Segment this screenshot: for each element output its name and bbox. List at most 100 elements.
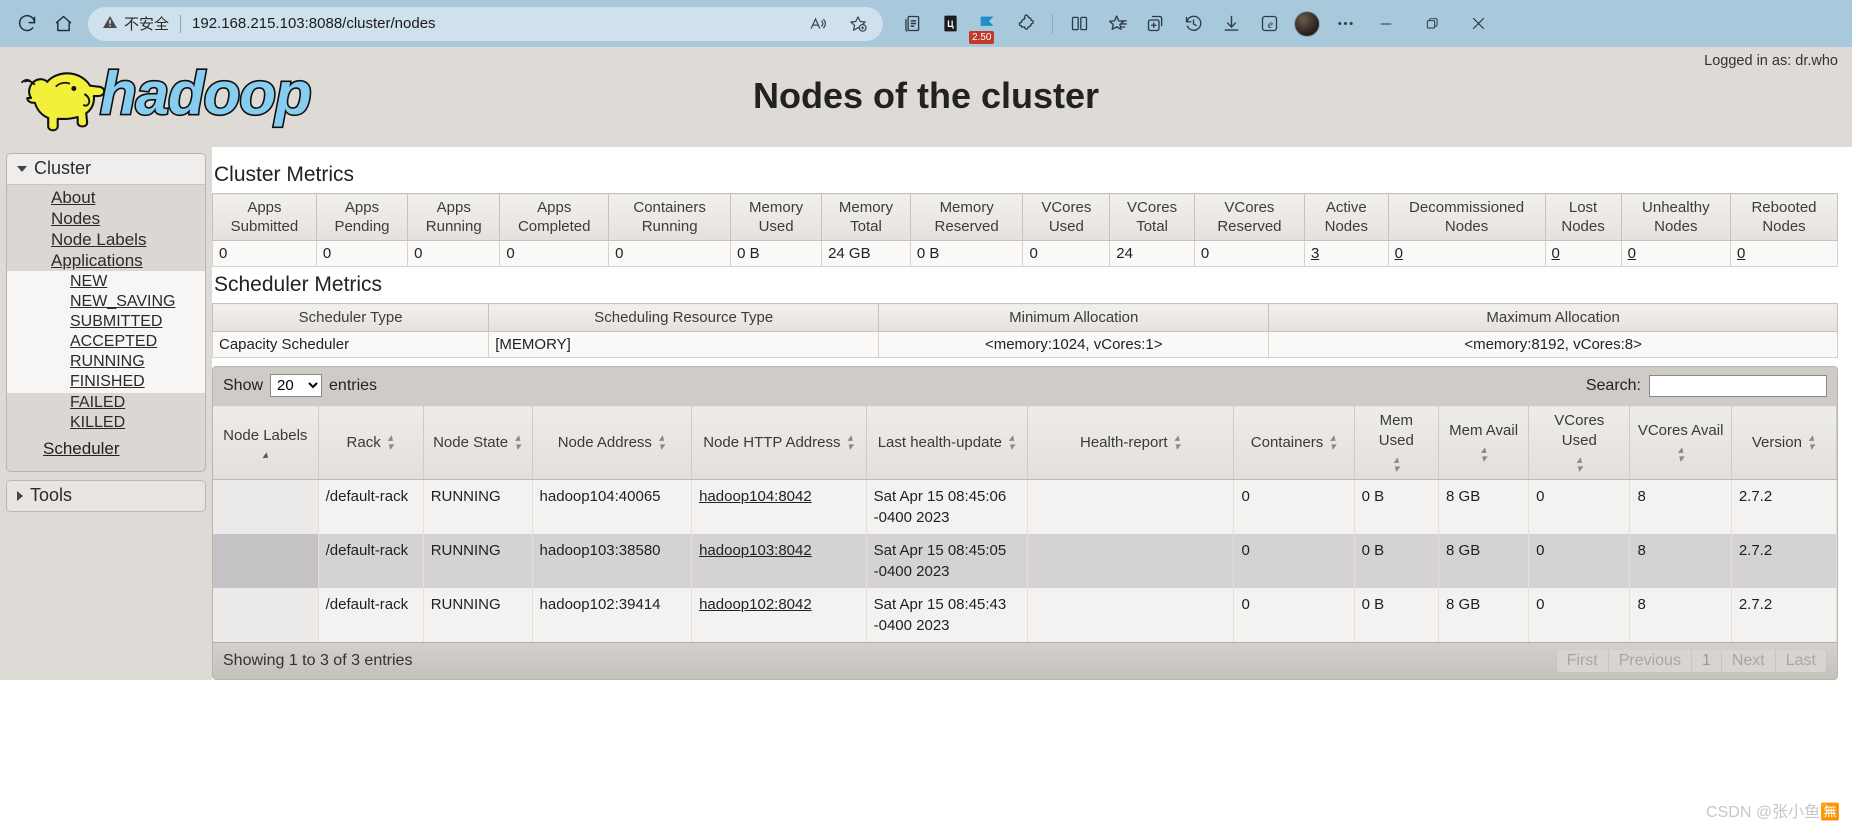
nodes-th-mem-avail[interactable]: Mem Avail	[1438, 405, 1530, 480]
sidebar-item-accepted-link[interactable]: ACCEPTED	[70, 333, 157, 350]
collections-extension-icon[interactable]	[895, 7, 929, 41]
sidebar-item-killed-link[interactable]: KILLED	[70, 414, 125, 431]
nodes-th-node-address[interactable]: Node Address	[532, 405, 693, 480]
search-input[interactable]	[1649, 374, 1827, 397]
nodes-th-version[interactable]: Version	[1731, 405, 1837, 480]
sidebar-item-accepted[interactable]: ACCEPTED	[7, 332, 205, 352]
sidebar-item-new[interactable]: NEW	[7, 272, 205, 292]
sidebar-item-new-saving[interactable]: NEW_SAVING	[7, 292, 205, 312]
security-status[interactable]: 不安全	[102, 13, 169, 34]
sidebar-item-submitted[interactable]: SUBMITTED	[7, 312, 205, 332]
sidebar-item-node-labels[interactable]: Node Labels	[7, 229, 205, 250]
node-http-address-link[interactable]: hadoop103:8042	[699, 542, 812, 559]
cluster-metrics-td-0: 0	[212, 240, 317, 267]
history-icon[interactable]	[1176, 7, 1210, 41]
nodes-th-node-state-label: Node State	[433, 433, 509, 451]
li-extension-icon[interactable]: Ц	[933, 7, 967, 41]
add-favorite-icon[interactable]	[841, 7, 875, 41]
node-http-address-link[interactable]: hadoop104:8042	[699, 488, 812, 505]
nodes-th-node-state[interactable]: Node State	[423, 405, 533, 480]
cluster-metrics-td-13[interactable]: 0	[1544, 240, 1622, 267]
cell-node-http-address[interactable]: hadoop103:8042	[691, 534, 867, 588]
nodes-th-rack[interactable]: Rack	[318, 405, 424, 480]
cell-containers: 0	[1233, 588, 1355, 642]
scheduler-metrics-th-0: Scheduler Type	[211, 303, 490, 332]
sidebar-item-new-link[interactable]: NEW	[70, 273, 107, 290]
sidebar-item-about[interactable]: About	[7, 187, 205, 208]
sidebar-item-killed[interactable]: KILLED	[7, 413, 205, 433]
node-http-address-link[interactable]: hadoop102:8042	[699, 596, 812, 613]
nodes-th-last-health-update[interactable]: Last health-update	[866, 405, 1029, 480]
more-options-icon[interactable]	[1328, 7, 1362, 41]
cluster-metrics-td-15[interactable]: 0	[1730, 240, 1838, 267]
sidebar-section-tools[interactable]: Tools	[7, 481, 205, 511]
nodes-th-containers[interactable]: Containers	[1233, 405, 1355, 480]
cluster-metrics-td-14[interactable]: 0	[1620, 240, 1732, 267]
sidebar-item-applications[interactable]: Applications	[7, 250, 205, 271]
cluster-metrics-td-10: 0	[1193, 240, 1305, 267]
sidebar-item-nodes-link[interactable]: Nodes	[51, 209, 100, 228]
sidebar-item-failed-link[interactable]: FAILED	[70, 394, 125, 411]
lost-nodes-link[interactable]: 0	[1552, 245, 1560, 262]
sidebar-item-running[interactable]: RUNNING	[7, 352, 205, 372]
sidebar-item-applications-link[interactable]: Applications	[51, 251, 143, 270]
active-nodes-link[interactable]: 3	[1311, 245, 1319, 262]
pagination-previous[interactable]: Previous	[1608, 650, 1692, 672]
sidebar-item-running-link[interactable]: RUNNING	[70, 353, 145, 370]
nodes-th-node-http-address[interactable]: Node HTTP Address	[691, 405, 867, 480]
sidebar-item-submitted-link[interactable]: SUBMITTED	[70, 313, 162, 330]
sidebar-item-scheduler[interactable]: Scheduler	[7, 433, 205, 467]
maximum-allocation-value: <memory:8192, vCores:8>	[1268, 331, 1838, 358]
nodes-table: Node Labels Rack Node State Node Address	[213, 405, 1837, 642]
extensions-puzzle-icon[interactable]	[1009, 7, 1043, 41]
page-length-select[interactable]: 20 40 60 80 100	[270, 374, 323, 397]
url-text[interactable]: 192.168.215.103:8088/cluster/nodes	[192, 15, 801, 32]
cell-mem-used: 0 B	[1354, 588, 1440, 642]
table-row[interactable]: /default-rack RUNNING hadoop104:40065 ha…	[213, 479, 1837, 534]
sidebar-item-nodes[interactable]: Nodes	[7, 208, 205, 229]
refresh-icon[interactable]	[10, 7, 44, 41]
downloads-icon[interactable]	[1214, 7, 1248, 41]
table-row[interactable]: /default-rack RUNNING hadoop103:38580 ha…	[213, 534, 1837, 588]
pagination-first[interactable]: First	[1555, 650, 1609, 672]
split-screen-icon[interactable]	[1062, 7, 1096, 41]
nodes-th-vcores-used[interactable]: VCores Used	[1528, 405, 1631, 480]
sidebar-item-finished[interactable]: FINISHED	[7, 372, 205, 392]
cell-node-http-address[interactable]: hadoop102:8042	[691, 588, 867, 642]
sidebar-item-about-link[interactable]: About	[51, 188, 95, 207]
minimize-icon[interactable]	[1364, 7, 1408, 41]
sidebar-item-scheduler-link[interactable]: Scheduler	[43, 439, 120, 458]
home-icon[interactable]	[46, 7, 80, 41]
nodes-th-vcores-avail[interactable]: VCores Avail	[1629, 405, 1732, 480]
decommissioned-nodes-link[interactable]: 0	[1395, 245, 1403, 262]
restore-icon[interactable]	[1410, 7, 1454, 41]
nav-block-cluster: Cluster About Nodes Node Labels Applicat…	[6, 153, 206, 472]
nodes-th-mem-used[interactable]: Mem Used	[1354, 405, 1440, 480]
cluster-metrics-td-11[interactable]: 3	[1303, 240, 1389, 267]
sidebar-item-node-labels-link[interactable]: Node Labels	[51, 230, 146, 249]
pagination-next[interactable]: Next	[1721, 650, 1776, 672]
edge-copilot-icon[interactable]: e	[1252, 7, 1286, 41]
table-row[interactable]: /default-rack RUNNING hadoop102:39414 ha…	[213, 588, 1837, 642]
unhealthy-nodes-link[interactable]: 0	[1628, 245, 1636, 262]
close-icon[interactable]	[1456, 7, 1500, 41]
sidebar-item-failed[interactable]: FAILED	[7, 393, 205, 413]
pagination-page-1[interactable]: 1	[1691, 650, 1722, 672]
pagination-last[interactable]: Last	[1775, 650, 1827, 672]
address-bar[interactable]: 不安全 192.168.215.103:8088/cluster/nodes	[88, 6, 883, 41]
sidebar-item-new-saving-link[interactable]: NEW_SAVING	[70, 293, 176, 310]
read-aloud-icon[interactable]	[801, 7, 835, 41]
rebooted-nodes-link[interactable]: 0	[1737, 245, 1745, 262]
add-tab-group-icon[interactable]	[1138, 7, 1172, 41]
cluster-metrics-value-row: 0 0 0 0 0 0 B 24 GB 0 B 0 24 0 3 0 0 0 0	[212, 240, 1838, 267]
profile-avatar[interactable]	[1290, 7, 1324, 41]
cluster-metrics-td-12[interactable]: 0	[1387, 240, 1546, 267]
sidebar-section-cluster[interactable]: Cluster	[7, 154, 205, 185]
nodes-th-node-labels[interactable]: Node Labels	[213, 405, 319, 480]
cluster-metrics-th-15: Rebooted Nodes	[1730, 193, 1838, 241]
favorites-icon[interactable]	[1100, 7, 1134, 41]
nodes-th-health-report[interactable]: Health-report	[1027, 405, 1235, 480]
flag-extension-icon[interactable]: 2.50	[969, 7, 1005, 44]
sidebar-item-finished-link[interactable]: FINISHED	[70, 373, 145, 390]
cell-node-http-address[interactable]: hadoop104:8042	[691, 479, 867, 534]
